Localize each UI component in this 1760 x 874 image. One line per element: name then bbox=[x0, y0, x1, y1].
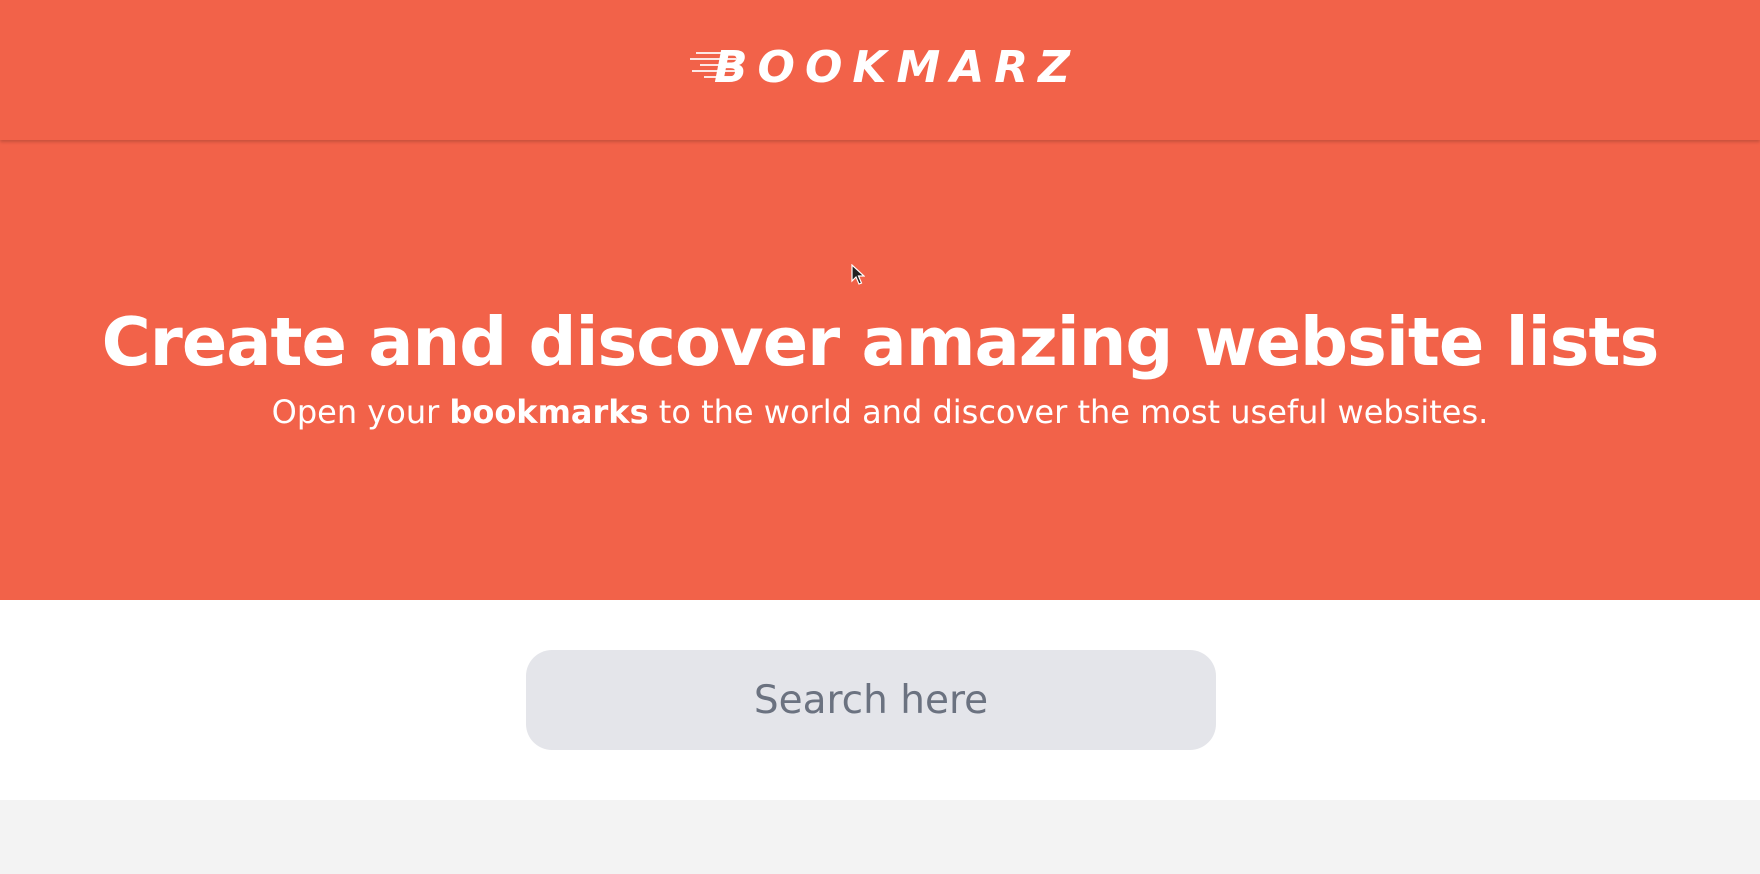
hero-subtitle-prefix: Open your bbox=[271, 393, 450, 431]
hero-title: Create and discover amazing website list… bbox=[101, 303, 1660, 381]
logo-text: BOOKMARZ bbox=[714, 42, 1081, 93]
content-area bbox=[0, 800, 1760, 874]
hero-subtitle: Open your bookmarks to the world and dis… bbox=[0, 390, 1760, 434]
search-input[interactable] bbox=[526, 650, 1216, 750]
hero-subtitle-suffix: to the world and discover the most usefu… bbox=[648, 393, 1489, 431]
hero-banner: Create and discover amazing website list… bbox=[0, 140, 1760, 600]
logo[interactable]: BOOKMARZ bbox=[690, 44, 1070, 92]
search-section bbox=[0, 600, 1760, 800]
mouse-cursor-icon bbox=[851, 264, 865, 285]
site-header: BOOKMARZ bbox=[0, 0, 1760, 140]
hero-subtitle-bold: bookmarks bbox=[449, 393, 649, 431]
